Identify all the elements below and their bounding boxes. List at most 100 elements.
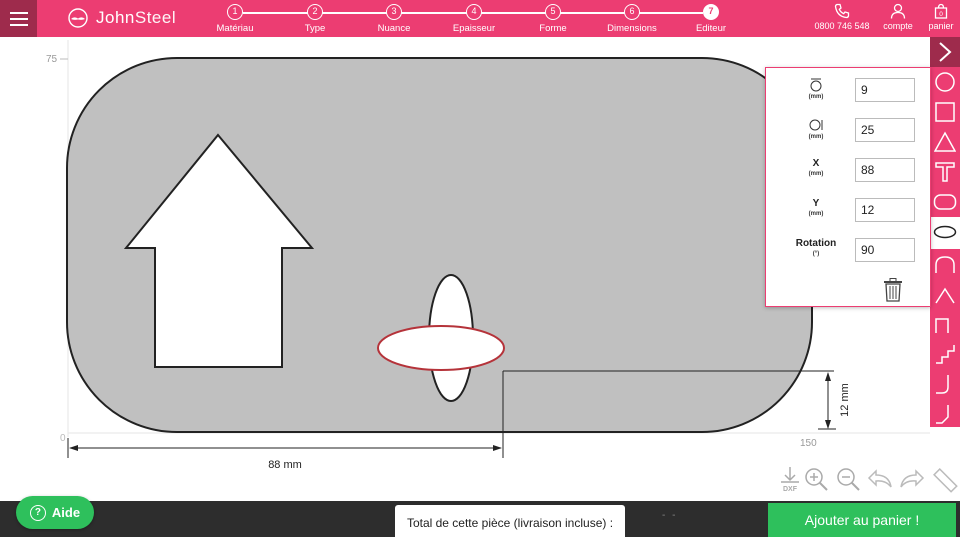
step-nuance[interactable]: 3 Nuance — [359, 4, 429, 34]
rotation-label: Rotation — [795, 238, 837, 249]
x-input[interactable] — [855, 158, 915, 182]
square-tool-icon — [935, 102, 955, 122]
ruler-icon[interactable] — [930, 465, 958, 493]
step-number: 4 — [466, 4, 482, 20]
tool-select[interactable] — [930, 37, 960, 67]
shape-properties-panel: (mm) (mm) X (mm) Y (mm) — [765, 67, 931, 307]
rounded-corner-icon — [936, 375, 949, 394]
width-icon — [809, 119, 823, 131]
redo-icon[interactable] — [898, 465, 926, 493]
square-notch-icon — [935, 318, 949, 333]
step-type[interactable]: 2 Type — [280, 4, 350, 34]
x-tick-label-150: 150 — [800, 438, 817, 449]
round-notch-icon — [935, 256, 955, 273]
x-label: X — [812, 158, 820, 169]
selected-ellipse-shape[interactable] — [377, 325, 505, 371]
step-label: Dimensions — [607, 23, 657, 34]
dim-arrowhead-left — [69, 445, 78, 451]
text-tool-icon — [935, 162, 955, 182]
chamfer-notch-icon — [935, 287, 955, 304]
tool-step-notch[interactable] — [930, 339, 960, 369]
step-label: Epaisseur — [452, 23, 496, 34]
y-label: Y — [812, 198, 820, 209]
account-link[interactable]: compte — [878, 3, 918, 31]
triangle-tool-icon — [934, 131, 956, 152]
tool-rounded-rect[interactable] — [930, 187, 960, 217]
height-input[interactable] — [855, 78, 915, 102]
download-icon — [781, 467, 799, 483]
rotation-label-wrap: Rotation (°) — [776, 238, 856, 257]
shopping-bag-icon: 0 — [934, 3, 948, 19]
width-unit: (mm) — [808, 134, 824, 140]
tool-rounded-corner[interactable] — [930, 369, 960, 399]
height-icon — [810, 78, 822, 92]
tool-triangle[interactable] — [930, 127, 960, 157]
dim-arrowhead-top — [825, 372, 831, 381]
height-unit: (mm) — [808, 94, 824, 100]
tool-round-notch[interactable] — [930, 249, 960, 279]
export-dxf-button[interactable]: DXF — [776, 465, 804, 493]
tool-square-notch[interactable] — [930, 309, 960, 339]
step-epaisseur[interactable]: 4 Epaisseur — [439, 4, 509, 34]
circle-tool-icon — [935, 72, 955, 92]
y-unit: (mm) — [808, 211, 824, 217]
rounded-rect-tool-icon — [933, 194, 957, 210]
step-editeur[interactable]: 7 Editeur — [676, 4, 746, 34]
add-to-cart-button[interactable]: Ajouter au panier ! — [768, 503, 956, 537]
cart-label: panier — [928, 21, 954, 31]
step-label: Nuance — [377, 23, 411, 34]
x-row: X (mm) — [766, 155, 932, 185]
tool-square[interactable] — [930, 97, 960, 127]
y-input[interactable] — [855, 198, 915, 222]
select-arrow-icon — [939, 42, 952, 62]
width-input[interactable] — [855, 118, 915, 142]
step-dimensions[interactable]: 6 Dimensions — [597, 4, 667, 34]
price-total-value: - - — [662, 510, 678, 521]
question-icon: ? — [29, 504, 46, 521]
top-header: John Steel 1 Matériau 2 Type 3 Nuance 4 E… — [0, 0, 960, 37]
chamfer-corner-icon — [936, 405, 949, 424]
step-label: Type — [304, 23, 326, 34]
x-label-wrap: X (mm) — [776, 158, 856, 177]
step-label: Forme — [539, 23, 567, 34]
rotation-row: Rotation (°) — [766, 235, 932, 265]
step-materiau[interactable]: 1 Matériau — [200, 4, 270, 34]
y-row: Y (mm) — [766, 195, 932, 225]
tool-chamfer-notch[interactable] — [930, 279, 960, 309]
editor-app: John Steel 1 Matériau 2 Type 3 Nuance 4 E… — [0, 0, 960, 537]
y-label-wrap: Y (mm) — [776, 198, 856, 217]
trash-icon[interactable] — [883, 278, 903, 302]
tool-circle[interactable] — [930, 67, 960, 97]
y-dimension-label: 12 mm — [839, 383, 851, 417]
step-number: 3 — [386, 4, 402, 20]
cart-link[interactable]: 0 panier — [924, 3, 958, 31]
rotation-input[interactable] — [855, 238, 915, 262]
step-number: 2 — [307, 4, 323, 20]
step-forme[interactable]: 5 Forme — [518, 4, 588, 34]
step-number: 7 — [703, 4, 719, 20]
step-number: 6 — [624, 4, 640, 20]
zoom-out-icon[interactable] — [834, 465, 862, 493]
x-unit: (mm) — [808, 171, 824, 177]
tool-chamfer-corner[interactable] — [930, 399, 960, 429]
tool-text[interactable] — [930, 157, 960, 187]
phone-icon — [834, 3, 850, 19]
step-notch-icon — [936, 345, 955, 364]
undo-icon[interactable] — [866, 465, 894, 493]
account-label: compte — [883, 21, 913, 31]
user-icon — [890, 3, 906, 19]
help-button[interactable]: ? Aide — [16, 496, 94, 529]
step-number: 1 — [227, 4, 243, 20]
step-number: 5 — [545, 4, 561, 20]
width-label: (mm) — [776, 118, 856, 140]
tool-ellipse[interactable] — [930, 217, 960, 247]
phone-link[interactable]: 0800 746 548 — [812, 3, 872, 31]
x-dimension-label: 88 mm — [268, 459, 302, 471]
dxf-label: DXF — [783, 486, 798, 493]
y-tick-label: 75 — [46, 54, 58, 65]
x-tick-label-zero: 0 — [60, 433, 66, 444]
rotation-unit: (°) — [812, 251, 820, 257]
zoom-in-icon[interactable] — [802, 465, 830, 493]
ellipse-tool-icon — [933, 225, 957, 239]
width-row: (mm) — [766, 115, 932, 145]
